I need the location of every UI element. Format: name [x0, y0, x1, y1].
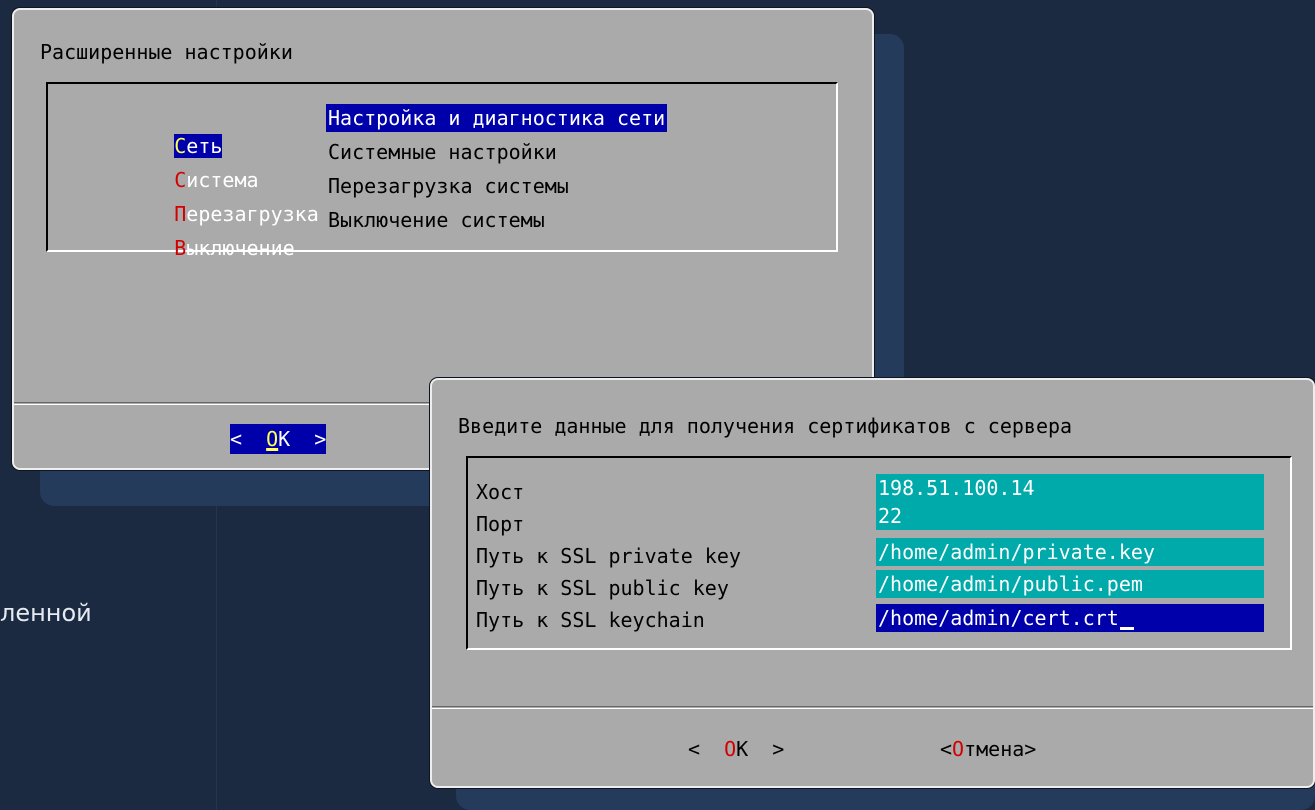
keychain-input[interactable]: /home/admin/cert.crt: [876, 604, 1264, 632]
certificate-form: Хост 198.51.100.14 Порт 22 Путь к SSL pr…: [466, 456, 1292, 650]
menu-item-description[interactable]: Настройка и диагностика сети: [326, 104, 668, 132]
menu-item-reboot[interactable]: Перезагрузка: [102, 172, 319, 226]
ok-button[interactable]: < OK >: [230, 424, 327, 454]
menu-item-system[interactable]: Система: [102, 138, 258, 192]
field-label-port: Порт: [476, 512, 525, 536]
button-separator: [432, 706, 1313, 709]
ok-button[interactable]: < OK >: [688, 734, 784, 764]
menu-item-tag: Выключение: [174, 236, 295, 260]
field-label-host: Хост: [476, 480, 525, 504]
host-input[interactable]: 198.51.100.14: [876, 474, 1264, 502]
menu-item-description[interactable]: Перезагрузка системы: [326, 172, 571, 200]
settings-menu: Сеть Настройка и диагностика сети Систем…: [46, 82, 838, 260]
cancel-button[interactable]: <Отмена>: [940, 734, 1036, 764]
public-key-input[interactable]: /home/admin/public.pem: [876, 570, 1264, 598]
background-partial-text: ленной: [0, 599, 92, 627]
menu-item-network[interactable]: Сеть: [102, 104, 223, 158]
port-input[interactable]: 22: [876, 502, 1264, 530]
dialog-title: Введите данные для получения сертификато…: [458, 414, 1073, 438]
menu-item-shutdown[interactable]: Выключение: [102, 206, 294, 260]
text-cursor: [1119, 627, 1134, 630]
menu-item-description[interactable]: Системные настройки: [326, 138, 559, 166]
menu-item-description[interactable]: Выключение системы: [326, 206, 547, 234]
private-key-input[interactable]: /home/admin/private.key: [876, 538, 1264, 566]
field-label-public-key: Путь к SSL public key: [476, 576, 729, 600]
field-label-private-key: Путь к SSL private key: [476, 544, 741, 568]
certificate-dialog: Введите данные для получения сертификато…: [430, 378, 1315, 788]
dialog-title: Расширенные настройки: [40, 40, 293, 64]
field-label-keychain: Путь к SSL keychain: [476, 608, 705, 632]
menu-item-hotkey: В: [174, 236, 187, 260]
